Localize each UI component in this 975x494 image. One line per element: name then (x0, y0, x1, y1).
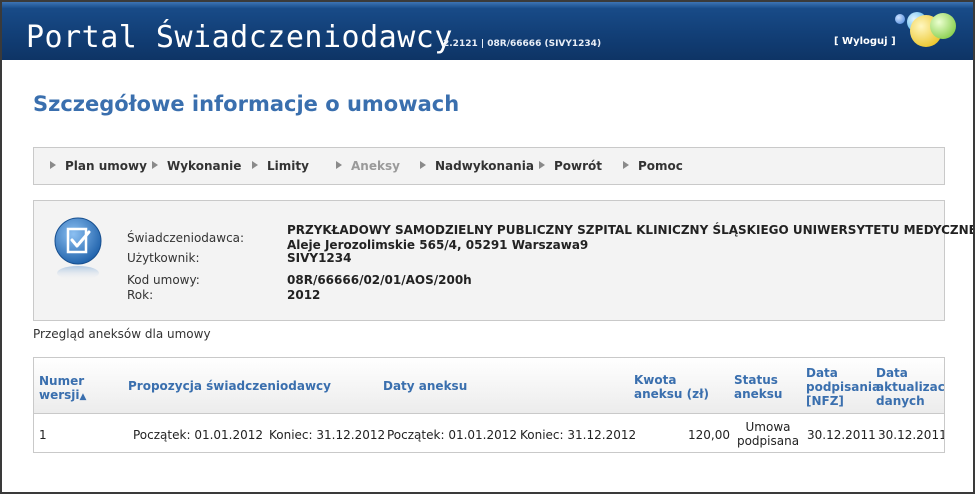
annex-table: Numer wersji▲ Propozycja świadczeniodawc… (33, 357, 945, 453)
nav-item-plan-umowy[interactable]: Plan umowy (50, 159, 147, 173)
column-header-label: Numer wersji (39, 374, 85, 402)
nav-item-label: Plan umowy (65, 159, 147, 173)
nav-item-aneksy: Aneksy (336, 159, 400, 173)
column-header-dates[interactable]: Daty aneksu (383, 379, 467, 393)
column-header-signed[interactable]: Data podpisania [NFZ] (806, 366, 880, 408)
nav-item-pomoc[interactable]: Pomoc (623, 159, 683, 173)
chevron-right-icon (152, 161, 158, 169)
sort-asc-icon: ▲ (79, 392, 87, 402)
cell-label: Koniec: (520, 428, 564, 442)
cell-label: Początek: (387, 428, 445, 442)
chevron-right-icon (336, 161, 342, 169)
document-check-icon (54, 217, 102, 280)
cell-updated-date: 30.12.2011 (878, 428, 945, 442)
portal-logo (888, 10, 972, 50)
user-label: Użytkownik: (127, 251, 200, 265)
contract-code-value: 08R/66666/02/01/AOS/200h (287, 273, 472, 287)
nav-item-wykonanie[interactable]: Wykonanie (152, 159, 241, 173)
chevron-right-icon (420, 161, 426, 169)
provider-name: PRZYKŁADOWY SAMODZIELNY PUBLICZNY SZPITA… (287, 223, 975, 237)
cell-dates-end: Koniec: 31.12.2012 (520, 428, 636, 442)
cell-proposal-start: Początek: 01.01.2012 (133, 428, 263, 442)
cell-value: 31.12.2012 (316, 428, 386, 442)
chevron-right-icon (50, 161, 56, 169)
nav-item-label: Wykonanie (167, 159, 242, 173)
nav-item-powrot[interactable]: Powrót (539, 159, 602, 173)
app-title: Portal Świadczeniodawcy (26, 20, 453, 55)
nav-item-label: Nadwykonania (435, 159, 534, 173)
year-value: 2012 (287, 288, 321, 302)
header-highlight (2, 2, 973, 8)
cell-version: 1 (39, 428, 47, 442)
cell-value: 31.12.2012 (567, 428, 637, 442)
cell-value: 01.01.2012 (194, 428, 264, 442)
section-caption: Przegląd aneksów dla umowy (33, 327, 211, 341)
cell-value: 01.01.2012 (448, 428, 518, 442)
cell-proposal-end: Koniec: 31.12.2012 (269, 428, 385, 442)
contract-code-label: Kod umowy: (127, 273, 200, 287)
provider-address: Aleje Jerozolimskie 565/4, 05291 Warszaw… (287, 238, 589, 252)
cell-dates-start: Początek: 01.01.2012 (387, 428, 517, 442)
chevron-right-icon (539, 161, 545, 169)
page-title: Szczegółowe informacje o umowach (33, 92, 460, 116)
logo-dot-small (895, 14, 905, 24)
column-header-amount[interactable]: Kwota aneksu (zł) (634, 373, 726, 401)
user-value: SIVY1234 (287, 251, 352, 265)
nav-bar: Plan umowy Wykonanie Limity Aneksy Nadwy… (33, 147, 945, 185)
cell-status: Umowa podpisana (736, 420, 800, 448)
cell-label: Koniec: (269, 428, 313, 442)
column-header-status[interactable]: Status aneksu (734, 373, 788, 401)
app-header: Portal Świadczeniodawcy 2.2121 | 08R/666… (2, 2, 973, 60)
provider-label: Świadczeniodawca: (127, 231, 245, 245)
column-header-updated[interactable]: Data aktualizacji danych (876, 366, 944, 408)
version-info: 2.2121 | 08R/66666 (SIVY1234) (443, 39, 602, 49)
nav-item-label: Pomoc (638, 159, 683, 173)
logout-link[interactable]: [ Wyloguj ] (834, 36, 896, 47)
cell-signed-date: 30.12.2011 (807, 428, 876, 442)
contract-info-panel: Świadczeniodawca: PRZYKŁADOWY SAMODZIELN… (33, 200, 973, 321)
nav-item-nadwykonania[interactable]: Nadwykonania (420, 159, 534, 173)
chevron-right-icon (252, 161, 258, 169)
nav-item-label: Limity (267, 159, 309, 173)
year-label: Rok: (127, 288, 154, 302)
column-header-proposal[interactable]: Propozycja świadczeniodawcy (128, 379, 331, 393)
chevron-right-icon (623, 161, 629, 169)
column-header-version[interactable]: Numer wersji▲ (39, 374, 95, 404)
nav-item-label: Aneksy (351, 159, 400, 173)
logo-dot-green (930, 13, 956, 39)
nav-item-label: Powrót (554, 159, 603, 173)
table-header: Numer wersji▲ Propozycja świadczeniodawc… (34, 358, 944, 414)
cell-label: Początek: (133, 428, 191, 442)
browser-frame: Portal Świadczeniodawcy 2.2121 | 08R/666… (0, 0, 975, 494)
cell-amount: 120,00 (688, 428, 730, 442)
nav-item-limity[interactable]: Limity (252, 159, 309, 173)
